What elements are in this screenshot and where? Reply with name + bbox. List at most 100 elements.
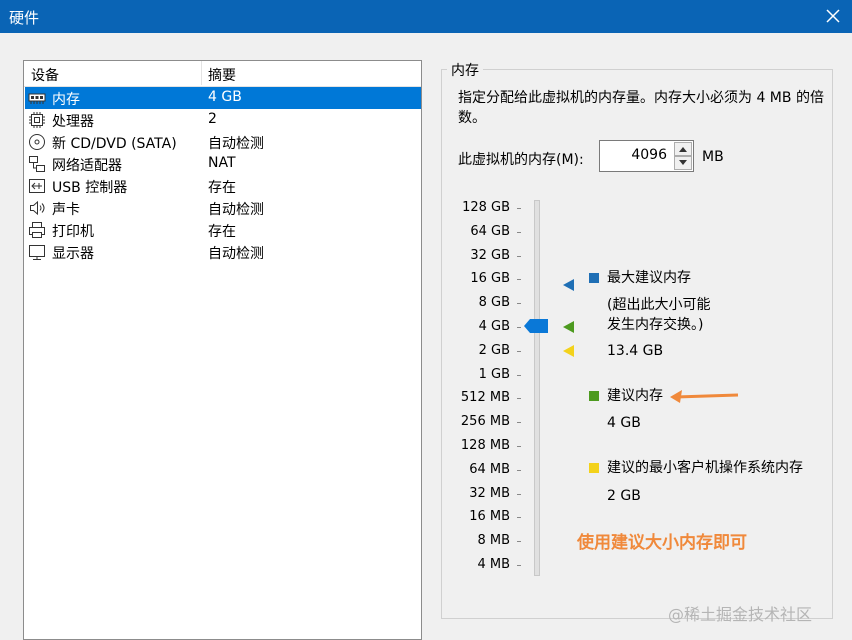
device-name: 显示器 <box>52 246 94 262</box>
scale-tick-label: 128 GB <box>462 200 510 215</box>
device-row-display[interactable]: 显示器 自动检测 <box>25 241 421 263</box>
max-recommended-marker-icon <box>563 279 574 291</box>
close-button[interactable] <box>818 2 848 30</box>
list-header: 设备 摘要 <box>24 61 421 87</box>
scale-tick-label: 16 GB <box>470 271 510 287</box>
memory-unit: MB <box>702 149 724 165</box>
legend-recommended-swatch <box>589 391 599 401</box>
scale-tick-label: 64 GB <box>470 223 510 239</box>
memory-slider-thumb[interactable] <box>524 319 549 333</box>
device-summary: 存在 <box>208 224 236 240</box>
device-name: 声卡 <box>52 202 80 218</box>
legend-max-label: 最大建议内存 <box>607 270 691 286</box>
device-summary: 存在 <box>208 180 236 196</box>
device-name: 新 CD/DVD (SATA) <box>52 136 177 152</box>
processor-icon <box>28 111 46 129</box>
device-row-usb-controller[interactable]: USB 控制器 存在 <box>25 175 421 197</box>
legend-min-swatch <box>589 463 599 473</box>
window-title: 硬件 <box>9 9 40 27</box>
scale-tick-label: 128 MB <box>460 438 510 453</box>
legend-recommended-value: 4 GB <box>607 415 641 431</box>
legend-min-value: 2 GB <box>607 488 641 504</box>
scale-tick-mark <box>517 446 521 447</box>
scale-tick-label: 256 MB <box>460 414 510 430</box>
spin-up-button[interactable] <box>674 142 692 156</box>
scale-tick-label: 4 GB <box>478 319 510 334</box>
legend-max-note-1: (超出此大小可能 <box>607 297 711 313</box>
memory-value-input[interactable]: 4096 <box>631 147 667 163</box>
column-header-summary[interactable]: 摘要 <box>208 65 236 85</box>
minimum-marker-icon <box>563 345 574 357</box>
device-summary: 4 GB <box>208 89 242 105</box>
scale-tick-mark <box>517 350 521 352</box>
scale-tick-label: 16 MB <box>469 509 510 525</box>
annotation-note: 使用建议大小内存即可 <box>577 533 747 553</box>
speaker-icon <box>28 199 46 217</box>
watermark: @稀土掘金技术社区 <box>668 605 813 624</box>
device-row-processor[interactable]: 处理器 2 <box>25 109 421 131</box>
scale-tick-mark <box>517 398 521 400</box>
scale-tick-label: 32 MB <box>469 485 510 501</box>
legend-min-label: 建议的最小客户机操作系统内存 <box>607 460 803 476</box>
device-name: 打印机 <box>52 224 94 240</box>
scale-tick-label: 2 GB <box>478 342 510 358</box>
scale-tick-mark <box>517 231 521 233</box>
legend-max-swatch <box>589 273 599 283</box>
scale-tick-mark <box>517 279 521 281</box>
device-summary: 自动检测 <box>208 202 264 218</box>
device-list: 设备 摘要 内存 4 GB 处理器 2 新 CD/DVD (SATA) 自动检测… <box>23 60 422 640</box>
column-header-device[interactable]: 设备 <box>31 65 59 85</box>
memory-group-title: 内存 <box>447 60 483 80</box>
memory-slider-track[interactable] <box>534 200 540 576</box>
title-bar: 硬件 <box>0 0 852 33</box>
cd-dvd-icon <box>28 133 46 151</box>
device-name: 网络适配器 <box>52 158 122 174</box>
close-icon <box>826 9 840 23</box>
display-icon <box>28 243 46 261</box>
annotation-arrow-icon <box>670 390 739 403</box>
memory-icon <box>28 89 46 107</box>
scale-tick-label: 8 GB <box>478 295 510 311</box>
printer-icon <box>28 221 46 239</box>
scale-tick-mark <box>517 208 521 209</box>
scale-tick-label: 1 GB <box>478 366 510 382</box>
scale-tick-mark <box>517 255 521 257</box>
device-name: USB 控制器 <box>52 180 128 196</box>
device-row-cd-dvd[interactable]: 新 CD/DVD (SATA) 自动检测 <box>25 131 421 153</box>
scale-tick-mark <box>517 517 521 519</box>
scale-tick-mark <box>517 493 521 495</box>
memory-spinbox[interactable]: 4096 <box>599 140 694 172</box>
scale-tick-label: 32 GB <box>470 247 510 263</box>
scale-tick-label: 512 MB <box>460 390 510 406</box>
device-row-printer[interactable]: 打印机 存在 <box>25 219 421 241</box>
scale-tick-mark <box>517 303 521 305</box>
arrow-down-icon <box>679 160 687 165</box>
device-name: 内存 <box>52 92 80 108</box>
device-summary: 自动检测 <box>208 136 264 152</box>
device-row-memory[interactable]: 内存 4 GB <box>25 87 421 109</box>
spin-buttons <box>674 142 692 170</box>
scale-tick-mark <box>517 565 521 566</box>
device-row-network-adapter[interactable]: 网络适配器 NAT <box>25 153 421 175</box>
memory-description: 指定分配给此虚拟机的内存量。内存大小必须为 4 MB 的倍数。 <box>458 90 824 126</box>
usb-controller-icon <box>28 177 46 195</box>
device-row-sound-card[interactable]: 声卡 自动检测 <box>25 197 421 219</box>
scale-tick-mark <box>517 541 521 543</box>
column-divider[interactable] <box>201 61 202 85</box>
memory-field-label: 此虚拟机的内存(M): <box>458 152 584 168</box>
arrow-up-icon <box>679 147 687 152</box>
legend-max-note-2: 发生内存交换。) <box>607 317 704 333</box>
legend-recommended-label: 建议内存 <box>607 388 663 404</box>
scale-tick-label: 4 MB <box>477 557 510 572</box>
device-name: 处理器 <box>52 114 94 130</box>
network-adapter-icon <box>28 155 46 173</box>
legend-max-value: 13.4 GB <box>607 343 664 359</box>
scale-tick-label: 8 MB <box>477 533 510 549</box>
scale-tick-label: 64 MB <box>469 461 510 477</box>
device-summary: 自动检测 <box>208 246 264 262</box>
device-summary: NAT <box>208 155 236 171</box>
spin-down-button[interactable] <box>674 156 692 170</box>
scale-tick-mark <box>517 327 521 328</box>
scale-tick-mark <box>517 374 521 376</box>
device-summary: 2 <box>208 111 217 127</box>
